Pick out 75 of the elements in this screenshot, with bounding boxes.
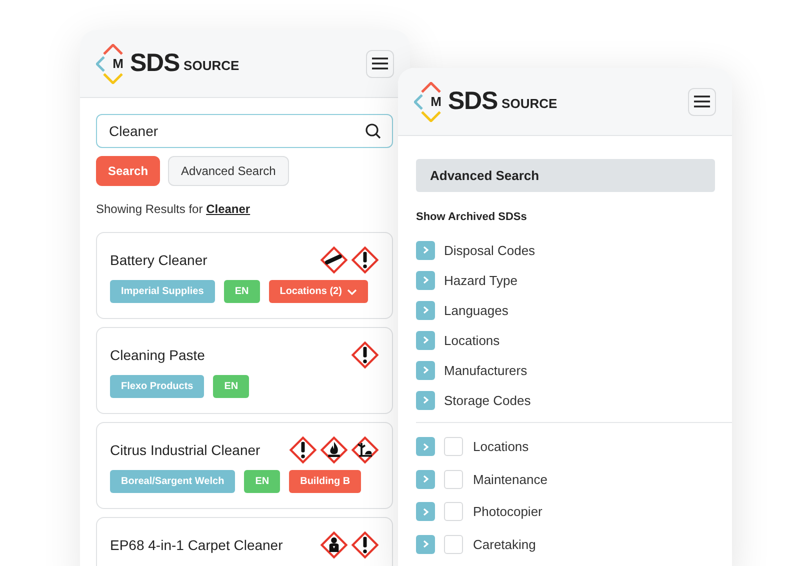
results-summary: Showing Results for <box>96 202 204 216</box>
exclamation-pictogram-icon <box>351 531 379 559</box>
search-field[interactable]: Cleaner <box>96 114 393 148</box>
result-card[interactable]: Battery Cleaner Imperial Supplies EN Locations (2) <box>96 232 393 319</box>
archived-toggle-label[interactable]: Show Archived SDSs <box>416 209 527 226</box>
menu-icon <box>694 95 710 108</box>
logo-wordmark: SDS <box>130 51 180 76</box>
logo-letter: M <box>430 92 442 111</box>
gas-cylinder-pictogram-icon <box>320 246 348 274</box>
tag: EN <box>213 375 250 398</box>
filter-label: Manufacturers <box>444 362 528 380</box>
chevron-right-icon <box>422 276 428 284</box>
filter-label: Hazard Type <box>444 272 518 290</box>
category-label: Photocopier <box>473 503 542 521</box>
chevron-right-icon <box>422 540 428 548</box>
product-title: Battery Cleaner <box>110 250 208 270</box>
chevron-right-icon <box>422 508 428 516</box>
category-label: Caretaking <box>473 536 536 554</box>
filter-label: Disposal Codes <box>444 242 536 260</box>
expand-button[interactable] <box>416 240 435 260</box>
logo-wordmark: SDS <box>448 89 498 114</box>
person-pictogram-icon <box>320 531 348 559</box>
expand-button[interactable] <box>416 330 435 350</box>
tree-pictogram-icon <box>351 436 379 464</box>
expand-button[interactable] <box>416 270 435 290</box>
menu-icon <box>372 57 388 70</box>
exclamation-pictogram-icon <box>351 341 379 369</box>
tag: EN <box>224 280 260 303</box>
chevron-down-icon <box>346 288 357 294</box>
tag: Imperial Supplies <box>110 280 215 303</box>
expand-button[interactable] <box>416 300 435 320</box>
expand-button[interactable] <box>416 470 435 489</box>
category-checkbox[interactable] <box>444 534 463 554</box>
expand-button[interactable] <box>416 390 435 410</box>
result-card[interactable]: Citrus Industrial Cleaner Boreal/Sargent Welch EN Building B <box>96 422 393 509</box>
exclamation-pictogram-icon <box>289 436 317 464</box>
flame-pictogram-icon <box>320 436 348 464</box>
advanced-search-button[interactable]: Advanced Search <box>168 156 289 186</box>
exclamation-pictogram-icon <box>351 246 379 274</box>
tag: Building B <box>289 470 362 493</box>
result-card[interactable]: EP68 4-in-1 Carpet Cleaner <box>96 517 393 566</box>
chevron-right-icon <box>422 366 428 374</box>
menu-button[interactable] <box>688 88 716 116</box>
filter-label: Storage Codes <box>444 392 531 410</box>
filter-label: Locations <box>444 332 500 350</box>
tag: Boreal/Sargent Welch <box>110 470 236 493</box>
menu-button[interactable] <box>366 50 394 78</box>
category-label: Maintenance <box>473 470 548 488</box>
tag: Flexo Products <box>110 375 204 398</box>
chevron-right-icon <box>422 396 428 404</box>
chevron-right-icon <box>422 246 428 254</box>
query-link[interactable]: Cleaner <box>206 202 250 216</box>
chevron-right-icon <box>422 336 428 344</box>
expand-button[interactable] <box>416 360 435 380</box>
logo-subtitle: SOURCE <box>184 56 240 75</box>
logo-subtitle: SOURCE <box>502 94 558 113</box>
category-label: Locations <box>473 438 529 456</box>
expand-button[interactable] <box>416 437 435 456</box>
chevron-right-icon <box>422 442 428 451</box>
product-title: Cleaning Paste <box>110 346 205 365</box>
logo-letter: M <box>112 54 124 73</box>
product-title: Citrus Industrial Cleaner <box>110 440 260 460</box>
category-checkbox[interactable] <box>444 437 463 456</box>
product-title: EP68 4-in-1 Carpet Cleaner <box>110 536 283 555</box>
category-checkbox[interactable] <box>444 470 463 489</box>
expand-button[interactable] <box>416 502 435 522</box>
chevron-right-icon <box>422 475 428 484</box>
expand-button[interactable] <box>416 534 435 554</box>
result-card[interactable]: Cleaning Paste Flexo Products EN <box>96 327 393 414</box>
search-icon <box>365 123 381 139</box>
chevron-right-icon <box>422 306 428 314</box>
advanced-search-header: Advanced Search <box>416 159 715 192</box>
category-checkbox[interactable] <box>444 502 463 522</box>
filter-label: Languages <box>444 302 508 320</box>
tag: EN <box>244 470 280 493</box>
